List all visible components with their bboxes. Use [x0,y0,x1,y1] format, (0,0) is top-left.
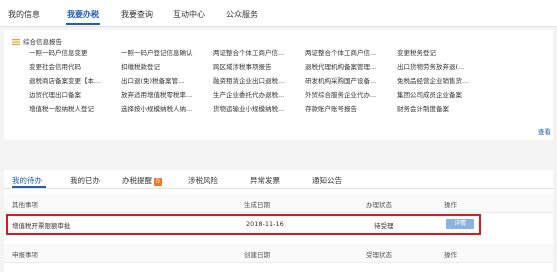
report-link[interactable]: 外贸综合服务企业代办... [305,89,390,99]
report-link[interactable]: 退税商店备案变更【本... [29,75,114,85]
row-status: 待受理 [374,222,394,230]
tab-public-service[interactable]: 公众服务 [226,9,258,20]
tab-tax-reminder[interactable]: 办税提醒 0 [122,175,162,186]
tasks-panel: 我的待办 我的已办 办税提醒 0 涉税风险 异常发票 通知公告 其他事项 生成日期… [4,170,553,272]
report-link[interactable]: 一照一码户信息变更 [29,47,114,57]
report-link[interactable]: 生产企业委托代办退税... [213,89,298,99]
report-link[interactable]: 两证整合个体工商户信... [213,47,298,57]
report-icon [12,39,20,45]
report-link[interactable]: 跨区域涉税事项报告 [213,61,298,71]
header-item: 其他事项 [12,201,38,209]
report-link[interactable]: 一照一码户登记信息确认 [121,47,206,57]
row-item-name: 增值税开票限额审批 [12,222,71,230]
tab-interaction[interactable]: 互动中心 [173,9,205,20]
report-link[interactable]: 存款账户账号报告 [305,103,390,113]
report-link[interactable]: 免税品经营企业销售货... [397,75,482,85]
table-row[interactable]: 增值税开票限额审批 2018-11-16 待受理 详情 [6,214,481,235]
active-tab-indicator [12,186,46,188]
tasks-tabs: 我的待办 我的已办 办税提醒 0 涉税风险 异常发票 通知公告 [4,170,553,189]
tab-my-todo[interactable]: 我的待办 [12,175,42,186]
tab-notices[interactable]: 通知公告 [312,175,342,186]
report-panel: 综合信息报告 一照一码户信息变更 一照一码户登记信息确认 两证整合个体工商户信.… [4,30,553,140]
reminder-count-badge: 0 [154,178,162,186]
report-link[interactable]: 变更税务登记 [397,47,482,57]
report-link[interactable]: 出口货物劳务放弃退(... [397,61,482,71]
tab-my-info[interactable]: 我的信息 [8,9,40,20]
report-link[interactable]: 集团公司成员企业备案 [397,89,482,99]
header-created-date: 创建日期 [244,251,270,259]
header-action: 操作 [444,201,457,209]
tab-query[interactable]: 我要查询 [121,9,153,20]
tab-tax-reminder-label: 办税提醒 [122,176,152,185]
header-status: 办理状态 [366,201,392,209]
report-link[interactable]: 变更社会信用代码 [29,61,114,71]
row-date: 2018-11-16 [246,220,284,228]
report-link[interactable]: 扣缴税款登记 [121,61,206,71]
report-link[interactable]: 边贸代理出口备案 [29,89,114,99]
report-link[interactable]: 选择按小规模纳税人纳... [121,103,206,113]
report-link[interactable]: 货物运输业小规模纳税... [213,103,298,113]
top-nav: 我的信息 我要办税 我要查询 互动中心 公众服务 [0,0,557,27]
tab-tax-handling[interactable]: 我要办税 [67,9,99,20]
report-link[interactable]: 出口退(免)税备案管... [121,75,206,85]
table-header: 申报事项 创建日期 受理状态 操作 [4,244,553,263]
header-date: 生成日期 [244,201,270,209]
report-link[interactable]: 增值税一般纳税人登记 [29,103,114,113]
tab-my-done[interactable]: 我的已办 [70,175,100,186]
tab-abnormal-invoice[interactable]: 异常发票 [250,175,280,186]
report-link[interactable]: 两证整合个体工商户信... [305,47,390,57]
report-title-text: 综合信息报告 [23,38,62,46]
report-link[interactable]: 融资租赁企业出口退税... [213,75,298,85]
view-more-link[interactable]: 查看 [538,126,551,136]
report-link[interactable]: 退税代理机构备案管理... [305,61,390,71]
report-link[interactable]: 放弃适用增值税零税率... [121,89,206,99]
table-header: 其他事项 生成日期 办理状态 操作 [4,194,553,213]
report-title: 综合信息报告 [12,36,62,46]
tab-tax-risk[interactable]: 涉税风险 [188,175,218,186]
report-link[interactable]: 财务会计制度备案 [397,103,482,113]
header-accept-status: 受理状态 [366,251,392,259]
details-button[interactable]: 详情 [446,219,474,229]
header-action: 操作 [444,251,457,259]
header-declaration: 申报事项 [12,251,38,259]
report-link[interactable]: 研发机构采购国产设备... [305,75,390,85]
active-tab-indicator [66,23,100,25]
